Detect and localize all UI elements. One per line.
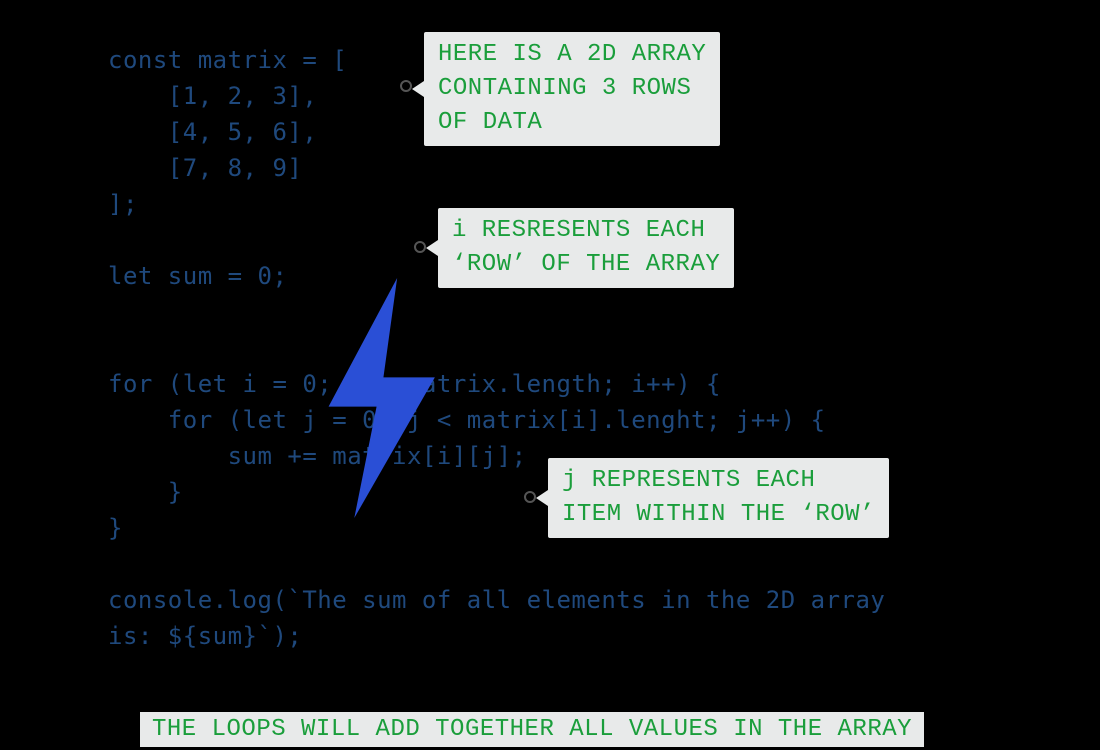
code-line: ];: [108, 190, 138, 218]
code-line: const matrix = [: [108, 46, 347, 74]
callout-i-row: i RESRESENTS EACH ‘ROW’ OF THE ARRAY: [438, 208, 734, 288]
callout-text: THE LOOPS WILL ADD TOGETHER ALL VALUES I…: [152, 716, 912, 743]
callout-text: OF DATA: [438, 106, 706, 140]
callout-text: j REPRESENTS EACH: [562, 464, 875, 498]
code-line: }: [108, 478, 183, 506]
callout-connector-dot: [414, 241, 426, 253]
callout-summary: THE LOOPS WILL ADD TOGETHER ALL VALUES I…: [140, 712, 924, 747]
callout-connector-dot: [400, 80, 412, 92]
code-line: sum += matrix[i][j];: [108, 442, 527, 470]
callout-j-item: j REPRESENTS EACH ITEM WITHIN THE ‘ROW’: [548, 458, 889, 538]
callout-connector-dot: [524, 491, 536, 503]
callout-2d-array: HERE IS A 2D ARRAY CONTAINING 3 ROWS OF …: [424, 32, 720, 146]
callout-text: ‘ROW’ OF THE ARRAY: [452, 248, 720, 282]
callout-text: CONTAINING 3 ROWS: [438, 72, 706, 106]
code-line: let sum = 0;: [108, 262, 287, 290]
callout-text: HERE IS A 2D ARRAY: [438, 38, 706, 72]
code-line: [7, 8, 9]: [108, 154, 302, 182]
code-line: }: [108, 514, 123, 542]
code-line: is: ${sum}`);: [108, 622, 302, 650]
callout-text: i RESRESENTS EACH: [452, 214, 720, 248]
code-line: for (let j = 0; j < matrix[i].lenght; j+…: [108, 406, 826, 434]
code-line: for (let i = 0; i < matrix.length; i++) …: [108, 370, 721, 398]
code-line: console.log(`The sum of all elements in …: [108, 586, 885, 614]
callout-text: ITEM WITHIN THE ‘ROW’: [562, 498, 875, 532]
code-line: [4, 5, 6],: [108, 118, 317, 146]
code-line: [1, 2, 3],: [108, 82, 317, 110]
